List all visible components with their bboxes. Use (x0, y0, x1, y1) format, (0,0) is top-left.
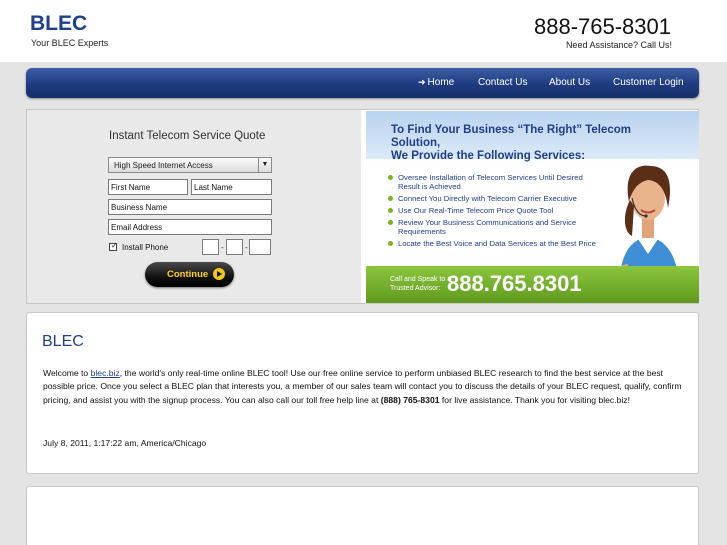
bullet-icon (388, 208, 393, 213)
bullet-icon (388, 241, 393, 246)
nav-home-label: Home (427, 77, 455, 88)
nav-contact-us[interactable]: Contact Us (478, 77, 527, 88)
list-item: Locate the Best Voice and Data Services … (386, 239, 601, 248)
nav-home[interactable]: ➜ Home (418, 77, 454, 88)
secondary-panel (26, 486, 699, 545)
welcome-text: for live assistance. Thank you for visit… (439, 394, 630, 405)
first-name-field[interactable]: First Name (108, 179, 188, 195)
nav-about-us[interactable]: About Us (549, 77, 590, 88)
list-item: Review Your Business Communications and … (386, 218, 601, 236)
service-text: Locate the Best Voice and Data Services … (398, 239, 596, 248)
install-phone-label: Install Phone (122, 243, 169, 252)
service-text: Connect You Directly with Telecom Carrie… (398, 194, 577, 203)
nav-customer-login[interactable]: Customer Login (613, 77, 684, 88)
assistance-text: Need Assistance? Call Us! (565, 40, 672, 50)
promo-phone: 888.765.8301 (447, 271, 582, 296)
page-title: BLEC (42, 333, 84, 350)
continue-button-label: Continue (167, 269, 209, 280)
service-select[interactable]: High Speed Internet Access ▼ (108, 157, 272, 173)
dropdown-arrow-icon[interactable]: ▼ (258, 158, 271, 172)
play-arrow-icon (213, 268, 225, 280)
bullet-icon (388, 196, 393, 201)
services-list: Oversee Installation of Telecom Services… (386, 173, 601, 251)
list-item: Oversee Installation of Telecom Services… (386, 173, 601, 191)
email-field[interactable]: Email Address (108, 219, 272, 235)
phone-area-code-field[interactable] (202, 239, 219, 255)
bullet-icon (388, 220, 393, 225)
phone-separator: - (221, 243, 224, 252)
continue-button[interactable]: Continue (145, 262, 234, 287)
business-name-field[interactable]: Business Name (108, 199, 272, 215)
main-nav: ➜ Home Contact Us About Us Customer Login (26, 68, 699, 98)
service-text: Review Your Business Communications and … (398, 218, 577, 236)
blec-biz-link[interactable]: blec.biz (91, 368, 120, 378)
list-item: Use Our Real-Time Telecom Price Quote To… (386, 206, 601, 215)
install-phone-checkbox[interactable]: ✓ (109, 241, 118, 251)
site-logo[interactable]: BLEC (30, 12, 87, 36)
service-text: Use Our Real-Time Telecom Price Quote To… (398, 206, 554, 215)
welcome-text: Welcome to (43, 368, 91, 378)
phone-separator: - (245, 243, 248, 252)
promo-call-bar: Call and Speak to a Trusted Advisor: 888… (366, 266, 699, 303)
bullet-icon (388, 175, 393, 180)
help-line-phone: (888) 765-8301 (380, 394, 440, 405)
welcome-paragraph: Welcome to blec.biz, the world's only re… (43, 367, 683, 407)
last-name-field[interactable]: Last Name (191, 179, 272, 195)
quote-form-title: Instant Telecom Service Quote (109, 130, 266, 142)
site-header: BLEC Your BLEC Experts 888-765-8301 Need… (0, 0, 727, 62)
arrow-right-icon: ➜ (418, 77, 426, 87)
quote-form: Instant Telecom Service Quote High Speed… (27, 110, 361, 303)
header-phone: 888-765-8301 (533, 14, 671, 39)
list-item: Connect You Directly with Telecom Carrie… (386, 194, 601, 203)
services-promo-banner[interactable]: To Find Your Business “The Right” Teleco… (366, 111, 699, 303)
service-text: Oversee Installation of Telecom Services… (398, 173, 583, 191)
phone-prefix-field[interactable] (226, 239, 243, 255)
service-select-value: High Speed Internet Access (114, 161, 213, 170)
quote-panel: Instant Telecom Service Quote High Speed… (26, 109, 699, 304)
phone-line-field[interactable] (249, 239, 271, 255)
timestamp: July 8, 2011, 1:17:22 am, America/Chicag… (43, 438, 207, 448)
site-tagline: Your BLEC Experts (31, 38, 109, 48)
checkmark-icon: ✓ (111, 241, 118, 250)
main-content: BLEC Welcome to blec.biz, the world's on… (26, 312, 699, 474)
